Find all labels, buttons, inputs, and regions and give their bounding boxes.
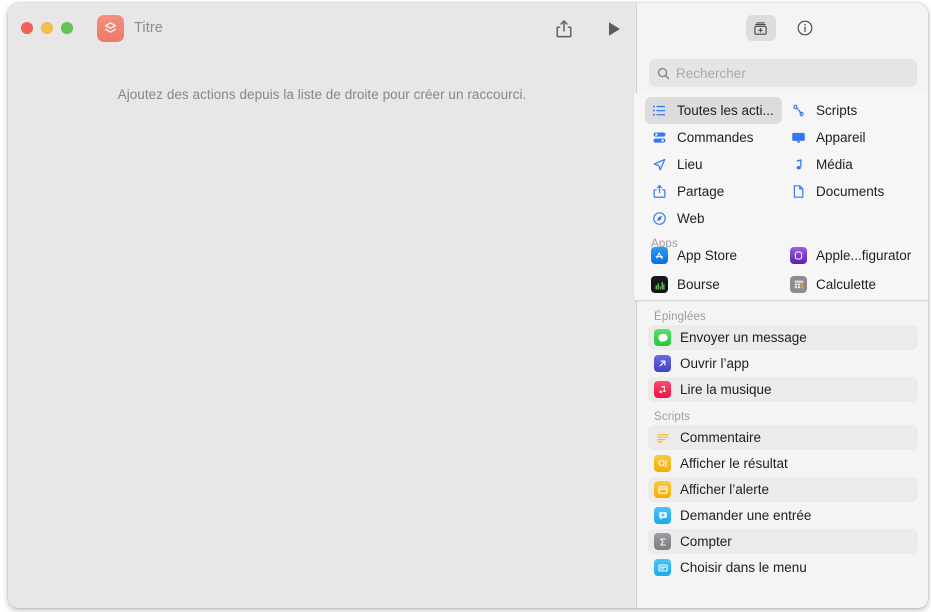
share-button[interactable]	[552, 17, 576, 41]
share-icon	[651, 183, 668, 200]
category-item-scripts[interactable]: Scripts	[784, 97, 921, 124]
comment-lines-icon	[654, 429, 671, 446]
empty-canvas-hint: Ajoutez des actions depuis la liste de d…	[117, 87, 527, 102]
list-bullet-icon	[651, 102, 668, 119]
shortcut-info-button[interactable]	[790, 15, 820, 41]
document-icon	[790, 183, 807, 200]
shortcut-editor-pane: Titre Ajoutez des actions depuis la list…	[8, 3, 636, 608]
messages-icon	[654, 329, 671, 346]
category-item-documents[interactable]: Documents	[784, 178, 921, 205]
app-item-apple-configurator[interactable]: Apple...figurator	[784, 241, 921, 270]
music-icon	[654, 381, 671, 398]
ask-input-icon	[654, 507, 671, 524]
pinned-section-heading: Épinglées	[654, 311, 706, 323]
category-label: Web	[677, 211, 705, 226]
zoom-button[interactable]	[61, 22, 73, 34]
category-item-commands[interactable]: Commandes	[645, 124, 782, 151]
action-row-ask-for-input[interactable]: Demander une entrée	[648, 503, 918, 528]
count-sigma-icon	[654, 533, 671, 550]
app-store-icon	[651, 247, 668, 264]
editor-toolbar	[552, 17, 626, 41]
action-row-count[interactable]: Compter	[648, 529, 918, 554]
category-label: Partage	[677, 184, 725, 199]
category-label: Lieu	[677, 157, 703, 172]
category-label: Commandes	[677, 130, 754, 145]
category-label: Appareil	[816, 130, 866, 145]
shortcuts-app-icon	[97, 15, 124, 42]
action-label: Lire la musique	[680, 382, 772, 397]
action-row-comment[interactable]: Commentaire	[648, 425, 918, 450]
app-label: Calculette	[816, 277, 877, 292]
search-field[interactable]	[649, 59, 917, 87]
app-label: Apple...figurator	[816, 248, 912, 263]
stocks-icon	[651, 276, 668, 293]
action-library-sidebar: Toutes les acti... Scripts	[634, 3, 928, 608]
show-result-icon	[654, 455, 671, 472]
category-label: Documents	[816, 184, 885, 199]
action-row-choose-from-menu[interactable]: Choisir dans le menu	[648, 555, 918, 580]
action-label: Afficher l’alerte	[680, 482, 770, 497]
calculator-icon	[790, 276, 807, 293]
category-label: Toutes les acti...	[677, 103, 774, 118]
search-icon	[657, 67, 670, 80]
app-item-stocks[interactable]: Bourse	[645, 270, 782, 299]
category-grid: Toutes les acti... Scripts Commandes App…	[645, 97, 923, 232]
action-row-play-music[interactable]: Lire la musique	[648, 377, 918, 402]
action-label: Demander une entrée	[680, 508, 812, 523]
action-label: Envoyer un message	[680, 330, 807, 345]
scripts-section-heading: Scripts	[654, 411, 691, 423]
apps-grid: App Store Apple...figurator Bourse Calcu…	[645, 241, 923, 299]
category-label: Média	[816, 157, 853, 172]
minimize-button[interactable]	[41, 22, 53, 34]
safari-compass-icon	[651, 210, 668, 227]
category-item-sharing[interactable]: Partage	[645, 178, 782, 205]
apple-configurator-icon	[790, 247, 807, 264]
category-item-all-actions[interactable]: Toutes les acti...	[645, 97, 782, 124]
app-item-app-store[interactable]: App Store	[645, 241, 782, 270]
action-label: Compter	[680, 534, 732, 549]
run-shortcut-button[interactable]	[602, 17, 626, 41]
action-list[interactable]: Épinglées Envoyer un message Ouvrir l’ap…	[637, 302, 928, 608]
action-library-button[interactable]	[745, 15, 776, 41]
action-row-show-result[interactable]: Afficher le résultat	[648, 451, 918, 476]
app-label: App Store	[677, 248, 738, 263]
choose-menu-icon	[654, 559, 671, 576]
close-button[interactable]	[21, 22, 33, 34]
traffic-light-buttons[interactable]	[21, 22, 73, 34]
category-item-media[interactable]: Média	[784, 151, 921, 178]
show-alert-icon	[654, 481, 671, 498]
action-label: Afficher le résultat	[680, 456, 788, 471]
action-row-send-message[interactable]: Envoyer un message	[648, 325, 918, 350]
location-arrow-icon	[651, 156, 668, 173]
window-titlebar: Titre	[8, 3, 636, 51]
document-title[interactable]: Titre	[134, 20, 163, 36]
action-label: Choisir dans le menu	[680, 560, 807, 575]
app-label: Bourse	[677, 277, 720, 292]
library-toolbar	[637, 3, 928, 53]
category-label: Scripts	[816, 103, 858, 118]
category-item-location[interactable]: Lieu	[645, 151, 782, 178]
screenshot-root: Titre Ajoutez des actions depuis la list…	[0, 0, 931, 612]
scroll-icon	[790, 102, 807, 119]
sliders-icon	[651, 129, 668, 146]
action-label: Ouvrir l’app	[680, 356, 750, 371]
action-row-open-app[interactable]: Ouvrir l’app	[648, 351, 918, 376]
shortcuts-window: Titre Ajoutez des actions depuis la list…	[8, 3, 928, 608]
music-note-icon	[790, 156, 807, 173]
open-app-icon	[654, 355, 671, 372]
category-item-device[interactable]: Appareil	[784, 124, 921, 151]
category-item-web[interactable]: Web	[645, 205, 782, 232]
search-input[interactable]	[676, 65, 909, 81]
app-item-calculator[interactable]: Calculette	[784, 270, 921, 299]
category-popover: Toutes les acti... Scripts Commandes App…	[634, 93, 928, 301]
action-row-show-alert[interactable]: Afficher l’alerte	[648, 477, 918, 502]
display-icon	[790, 129, 807, 146]
action-label: Commentaire	[680, 430, 762, 445]
